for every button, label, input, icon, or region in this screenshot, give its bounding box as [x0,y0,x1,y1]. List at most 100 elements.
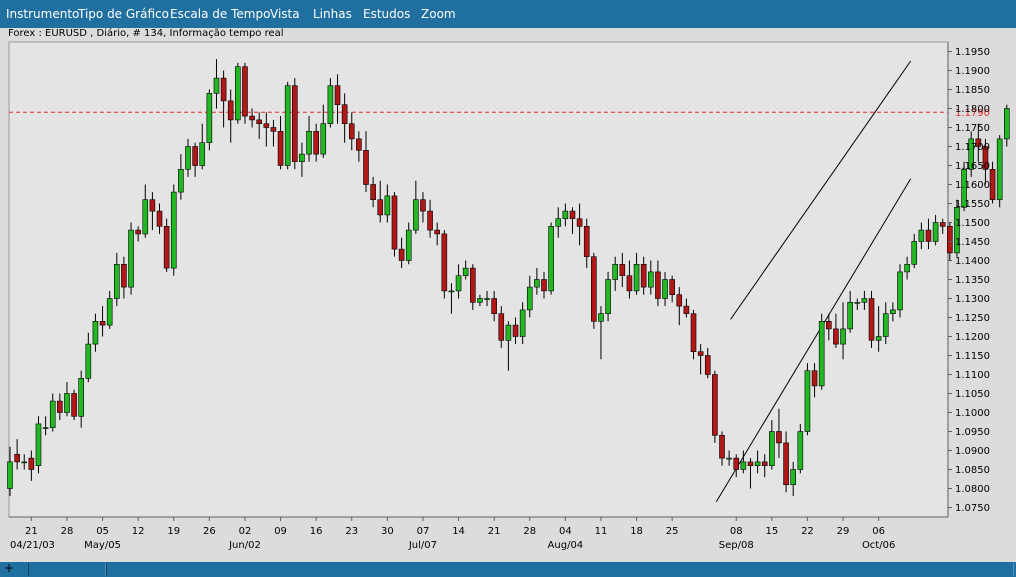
candle-body-up [170,191,177,269]
candle-body-up [854,301,861,304]
candlestick-chart[interactable]: 1.1790 1.19501.19001.18501.18001.17501.1… [0,0,1016,562]
candle-body-down [683,305,690,315]
candle-body-up [178,169,184,193]
y-tick-label: 1.1350 [955,275,990,286]
candle-body-down [733,457,740,470]
crosshair-icon[interactable]: + [4,561,14,575]
x-tick-label: 21 [25,526,38,537]
x-tick-label: 29 [837,526,850,537]
candle [868,290,875,348]
candle-body-down [391,195,398,250]
candle [797,423,804,474]
candle-body-down [420,199,426,212]
x-tick-label: 08 [730,526,743,537]
status-bar: + [0,561,1016,577]
y-tick-label: 1.1600 [955,180,990,191]
x-axis-labels: 21 28 05 12 19 26 02 09 16 23 30 07 14 21 28 04 11 18 25 08… [10,517,895,551]
candle-body-up [647,271,654,288]
x-month-label: Jul/07 [408,540,437,551]
candle-body-down [591,256,597,322]
x-tick-label: 02 [239,526,252,537]
candle-body-down [947,226,953,254]
candle-body-up [875,336,882,341]
candle-body-down [270,127,277,132]
candle-body-down [192,146,198,166]
x-month-label: Oct/06 [862,540,895,551]
candle-body-down [583,226,590,258]
candle-body-up [519,309,526,337]
y-tick-label: 1.1800 [955,104,990,115]
x-tick-label: 06 [872,526,885,537]
candle-body-down [811,370,818,387]
y-tick-label: 1.1550 [955,199,990,210]
candle [163,218,170,272]
candle-body-up [804,370,811,432]
x-tick-label: 14 [452,526,465,537]
candle [804,363,811,436]
candle-body-up [882,313,889,337]
candle [235,62,241,124]
x-tick-label: 11 [595,526,608,537]
plot-area[interactable] [8,41,949,518]
candle-body-up [505,324,512,341]
candle-body-down [249,115,255,121]
candle-body-up [21,461,28,464]
candle-body-up [897,271,903,311]
candle-body-up [861,298,868,303]
candle-body-up [106,298,113,326]
x-tick-label: 18 [630,526,643,537]
candle-body-up [818,320,825,387]
y-tick-label: 1.1200 [955,332,990,343]
candle-body-down [939,222,946,227]
candle [996,135,1003,208]
candle [548,222,554,295]
candle-body-up [413,199,419,231]
x-tick-label: 28 [61,526,74,537]
candle-body-down [676,294,683,307]
candle-body-up [327,85,334,124]
candle-body-down [71,393,77,417]
candle-body-down [163,226,170,269]
candle-body-down [363,150,369,185]
candle-body-up [42,427,49,430]
candle-body-down [719,434,725,459]
candle-body-down [334,85,341,105]
candle-body-down [512,324,519,337]
candle-body-up [769,431,775,467]
candle-body-down [747,461,754,466]
candle-body-down [149,199,156,212]
candle-body-down [690,313,697,353]
candle-body-down [825,320,832,330]
x-tick-label: 12 [132,526,145,537]
y-tick-label: 1.1700 [955,142,990,153]
candle-body-down [156,210,163,227]
candle-body-up [662,279,668,299]
candle-body-up [562,210,569,220]
candle-body-down [491,298,497,314]
y-tick-label: 1.1000 [955,408,990,419]
candle-body-up [598,313,604,322]
x-tick-label: 21 [488,526,501,537]
x-tick-label: 09 [274,526,287,537]
x-tick-label: 25 [666,526,679,537]
candle-body-down [640,263,647,288]
candle-body-up [92,320,99,345]
candle-body-up [405,229,412,261]
candle-body-up [555,218,562,227]
candle-body-up [206,93,213,144]
candle-body-down [697,351,704,356]
candle-body-down [626,275,633,292]
candle [818,313,825,390]
candle-body-up [918,229,925,242]
candle-body-up [548,226,554,292]
candle-body-down [227,100,234,121]
candle-body-down [277,131,284,166]
candle-body-up [213,77,220,94]
status-segment-1 [28,563,106,576]
y-tick-label: 1.1500 [955,218,990,229]
y-tick-label: 1.0800 [955,484,990,495]
candle-body-down [135,229,141,235]
candle-body-up [605,279,611,315]
y-tick-label: 1.0850 [955,465,990,476]
candle-body-up [35,423,42,466]
